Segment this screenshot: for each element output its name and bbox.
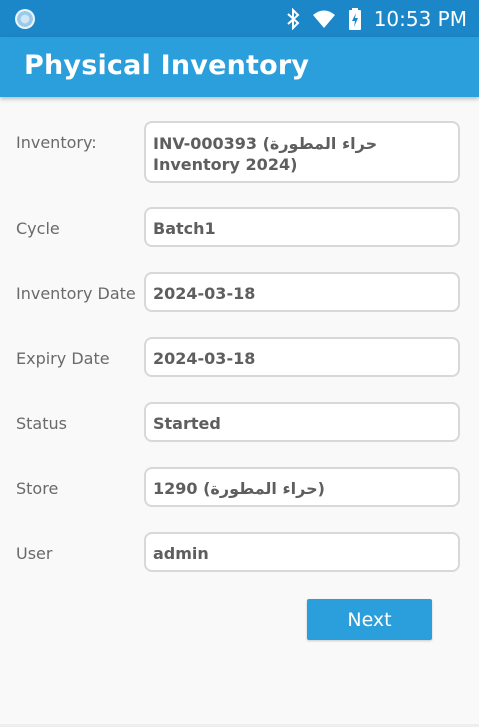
- wifi-icon: [312, 9, 336, 29]
- page-title: Physical Inventory: [24, 50, 310, 81]
- battery-charging-icon: [348, 7, 362, 30]
- expiry-date-label: Expiry Date: [16, 349, 110, 368]
- inventory-field[interactable]: INV-000393 (حراء المطورة Inventory 2024): [144, 121, 460, 183]
- app-bar: Physical Inventory: [0, 37, 479, 97]
- inventory-date-label: Inventory Date: [16, 284, 136, 303]
- cycle-label: Cycle: [16, 219, 60, 238]
- user-field[interactable]: admin: [144, 532, 460, 572]
- bluetooth-icon: [286, 7, 300, 30]
- status-icons: 10:53 PM: [286, 0, 467, 37]
- cycle-field[interactable]: Batch1: [144, 207, 460, 247]
- inventory-date-field[interactable]: 2024-03-18: [144, 272, 460, 312]
- status-bar: 10:53 PM: [0, 0, 479, 37]
- app-notification-icon: [15, 9, 35, 29]
- inventory-label: Inventory:: [16, 133, 97, 152]
- user-label: User: [16, 544, 53, 563]
- store-field[interactable]: 1290 (حراء المطورة): [144, 467, 460, 507]
- expiry-date-field[interactable]: 2024-03-18: [144, 337, 460, 377]
- store-label: Store: [16, 479, 59, 498]
- status-field[interactable]: Started: [144, 402, 460, 442]
- clock: 10:53 PM: [373, 6, 467, 31]
- status-label: Status: [16, 414, 67, 433]
- next-button[interactable]: Next: [307, 599, 432, 640]
